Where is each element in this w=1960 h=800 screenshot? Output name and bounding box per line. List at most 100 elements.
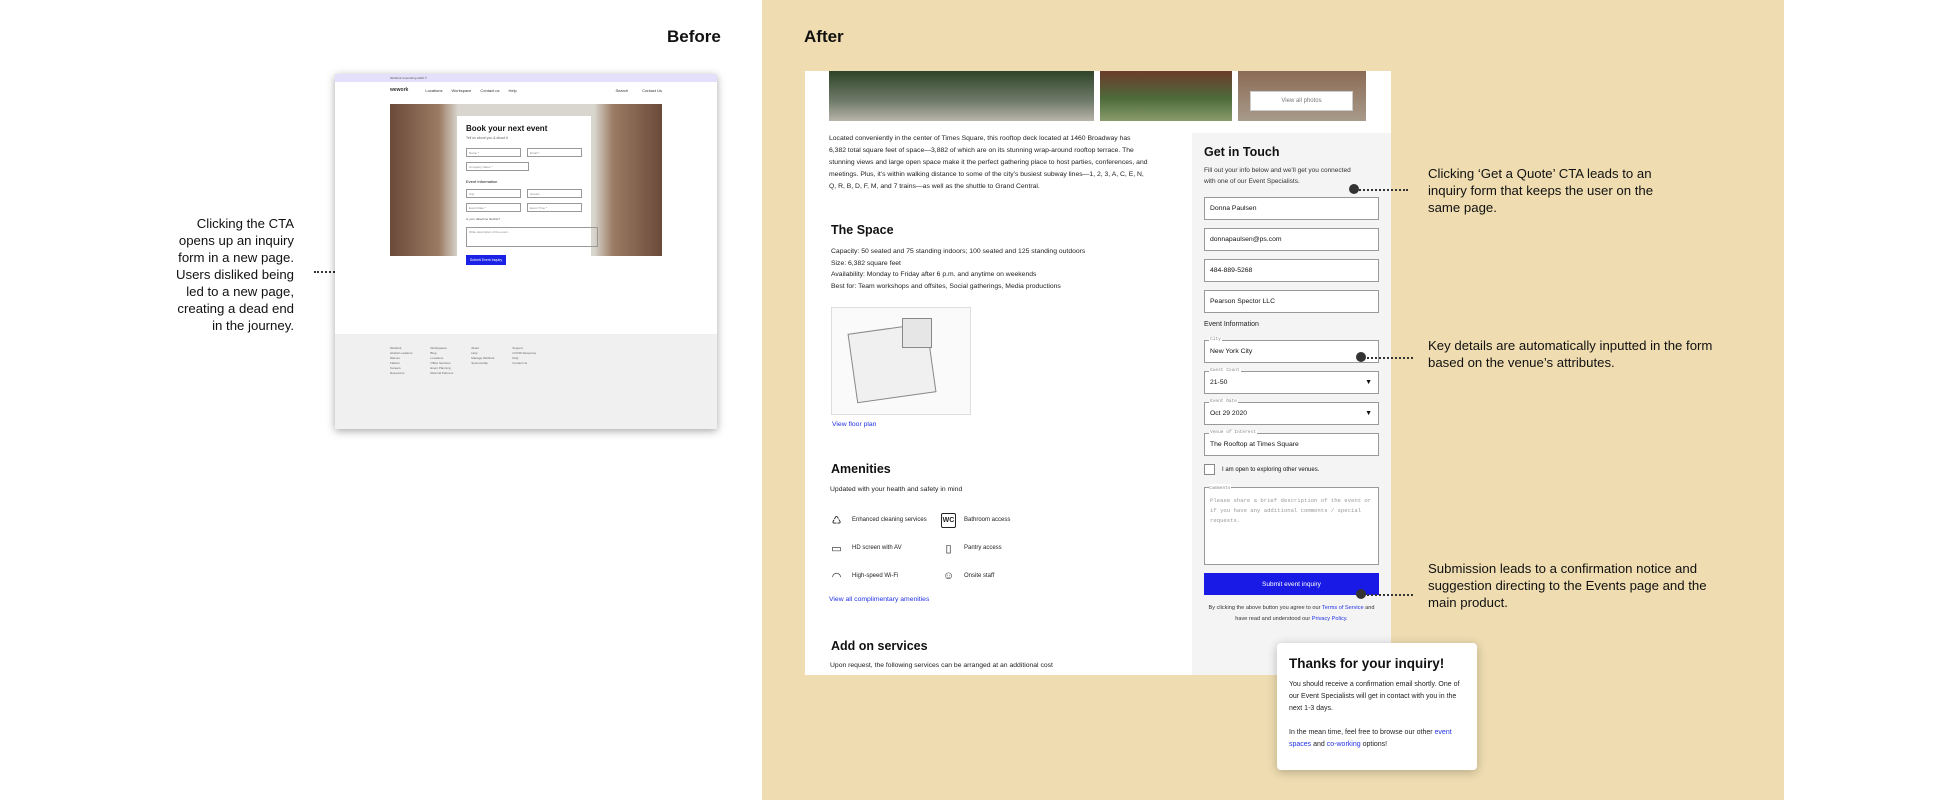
amenity-item: ◠ High-speed Wi-Fi (829, 568, 941, 584)
amenities-list: ♺ Enhanced cleaning services WC Bathroom a… (829, 512, 1039, 584)
coworking-link[interactable]: co-working (1327, 741, 1361, 748)
confirmation-suggestion: In the mean time, feel free to browse ou… (1289, 727, 1465, 751)
suggestion-mid: and (1313, 741, 1325, 748)
footer-link[interactable]: Referral Partners (430, 371, 453, 376)
space-details: Capacity: 50 seated and 75 standing indo… (831, 246, 1085, 292)
before-topbar: WeWork Coworking 2020 © (335, 74, 717, 82)
comments-label: Comments (1209, 484, 1231, 494)
phone-value: 484-889-5268 (1210, 267, 1253, 274)
phone-field[interactable]: 484-889-5268 (1204, 259, 1379, 282)
space-availability: Availability: Monday to Friday after 6 p… (831, 271, 1037, 278)
comparison-canvas: Before After Clicking the CTA opens up a… (0, 0, 1960, 800)
submit-inquiry-button[interactable]: Submit event inquiry (1204, 573, 1379, 595)
venue-description: Located conveniently in the center of Ti… (829, 135, 1148, 190)
monitor-icon: ▭ (831, 542, 842, 555)
guest-count-select[interactable]: Guest Count 21-50 ▼ (1204, 368, 1379, 394)
cleaning-icon: ♺ (831, 514, 842, 527)
before-nav-item[interactable]: Locations (425, 88, 442, 93)
amenity-item: ☺ Onsite staff (941, 568, 1039, 584)
open-venues-checkbox[interactable] (1204, 464, 1215, 475)
before-date-field[interactable]: Event Date * (466, 203, 521, 212)
date-label: Event Date (1209, 399, 1239, 404)
city-field[interactable]: City New York City (1204, 337, 1379, 363)
confirmation-card: Thanks for your inquiry! You should rece… (1277, 643, 1477, 770)
amenity-label: Pantry access (964, 545, 1002, 551)
venue-field[interactable]: Venue of Interest The Rooftop at Times Sq… (1204, 430, 1379, 456)
comments-field[interactable]: Comments Please share a brief description… (1204, 484, 1379, 565)
before-footer-col: About Help Manage WeWork Sponsorship (471, 346, 494, 376)
before-guests-field[interactable]: Guests (527, 189, 582, 198)
view-amenities-link[interactable]: View all complimentary amenities (829, 596, 929, 603)
space-capacity: Capacity: 50 seated and 75 standing indo… (831, 248, 1086, 255)
privacy-link[interactable]: Privacy Policy (1312, 616, 1346, 622)
amenity-label: Onsite staff (964, 573, 995, 579)
before-form-title: Book your next event (466, 124, 548, 133)
before-time-field[interactable]: Event Time * (527, 203, 582, 212)
confirmation-message: You should receive a confirmation email … (1289, 681, 1460, 712)
suggestion-post: options! (1362, 741, 1388, 748)
before-nav-item[interactable]: Help (509, 88, 517, 93)
open-venues-checkbox-row[interactable]: I am open to exploring other venues. (1204, 464, 1379, 475)
amenities-heading: Amenities (831, 462, 891, 476)
before-inquiry-form: Book your next event Tell us about you &… (457, 116, 598, 321)
after-heading: After (804, 27, 844, 46)
view-all-photos-button[interactable]: View all photos (1250, 91, 1353, 111)
confirmation-title: Thanks for your inquiry! (1289, 656, 1445, 671)
date-value: Oct 29 2020 (1210, 410, 1248, 417)
before-flex-question: Is your date/time flexible? (466, 217, 501, 221)
callout-before: Clicking the CTA opens up an inquiry for… (175, 216, 294, 333)
before-description-field[interactable]: Write description of the event (466, 227, 598, 247)
before-footer-col: Workspaces Blog Locations Office Service… (430, 346, 453, 376)
footer-link[interactable]: Resources (390, 371, 412, 376)
before-nav: wework Locations Workspace Contact us He… (335, 82, 717, 98)
before-nav-item[interactable]: Workspace (451, 88, 471, 93)
company-field[interactable]: Pearson Spector LLC (1204, 290, 1379, 313)
space-best-for: Best for: Team workshops and offsites, S… (831, 282, 1061, 290)
venue-photo[interactable]: View all photos (1238, 71, 1366, 121)
email-value: donnapaulsen@ps.com (1210, 236, 1282, 243)
comments-placeholder: Please share a brief description of the … (1210, 497, 1372, 524)
event-date-select[interactable]: Event Date Oct 29 2020 ▼ (1204, 399, 1379, 425)
callout-autofill: Key details are automatically inputted i… (1428, 338, 1713, 370)
before-name-field[interactable]: Name * (466, 148, 521, 157)
amenity-label: High-speed Wi-Fi (852, 573, 899, 579)
before-form-subtitle: Tell us about you & about it (466, 136, 509, 140)
addon-subtitle: Upon request, the following services can… (830, 662, 1053, 669)
amenity-label: HD screen with AV (852, 545, 902, 551)
callout-2-line (1363, 357, 1413, 359)
suggestion-pre: In the mean time, feel free to browse ou… (1289, 729, 1433, 736)
guest-label: Guest Count (1209, 368, 1241, 373)
before-city-field[interactable]: City (466, 189, 521, 198)
event-info-label: Event Information (1204, 321, 1259, 328)
wifi-icon: ◠ (831, 570, 842, 583)
fridge-icon: ▯ (945, 542, 952, 555)
amenity-item: ♺ Enhanced cleaning services (829, 512, 941, 528)
before-nav-search[interactable]: Search (616, 88, 629, 93)
footer-link[interactable]: Contact Us (512, 361, 536, 366)
email-field[interactable]: donnapaulsen@ps.com (1204, 228, 1379, 251)
callout-3-line (1363, 594, 1413, 596)
space-size: Size: 6,382 square feet (831, 259, 901, 267)
space-heading: The Space (831, 223, 894, 237)
floor-plan-image[interactable] (831, 307, 971, 415)
before-submit-button[interactable]: Submit Event Inquiry (466, 255, 506, 265)
before-heading: Before (667, 27, 721, 46)
callout-1-line (1356, 189, 1408, 191)
name-value: Donna Paulsen (1210, 205, 1257, 212)
terms-text: By clicking the above button you agree t… (1208, 605, 1375, 622)
before-footer-col: Support COVID Response FAQ Contact Us (512, 346, 536, 376)
before-logo[interactable]: wework (390, 87, 408, 93)
footer-link[interactable]: Sponsorship (471, 361, 494, 366)
amenity-item: ▯ Pantry access (941, 540, 1039, 556)
before-nav-item[interactable]: Contact us (480, 88, 499, 93)
company-value: Pearson Spector LLC (1210, 298, 1275, 305)
name-field[interactable]: Donna Paulsen (1204, 197, 1379, 220)
venue-photo[interactable] (829, 71, 1094, 121)
photo-strip: View all photos (829, 71, 1366, 121)
venue-photo[interactable] (1100, 71, 1232, 121)
terms-link[interactable]: Terms of Service (1322, 605, 1364, 611)
before-company-field[interactable]: Company Name * (466, 162, 529, 171)
view-floor-plan-link[interactable]: View floor plan (832, 421, 876, 428)
before-nav-contact[interactable]: Contact Us (642, 88, 662, 93)
before-email-field[interactable]: Email * (527, 148, 582, 157)
